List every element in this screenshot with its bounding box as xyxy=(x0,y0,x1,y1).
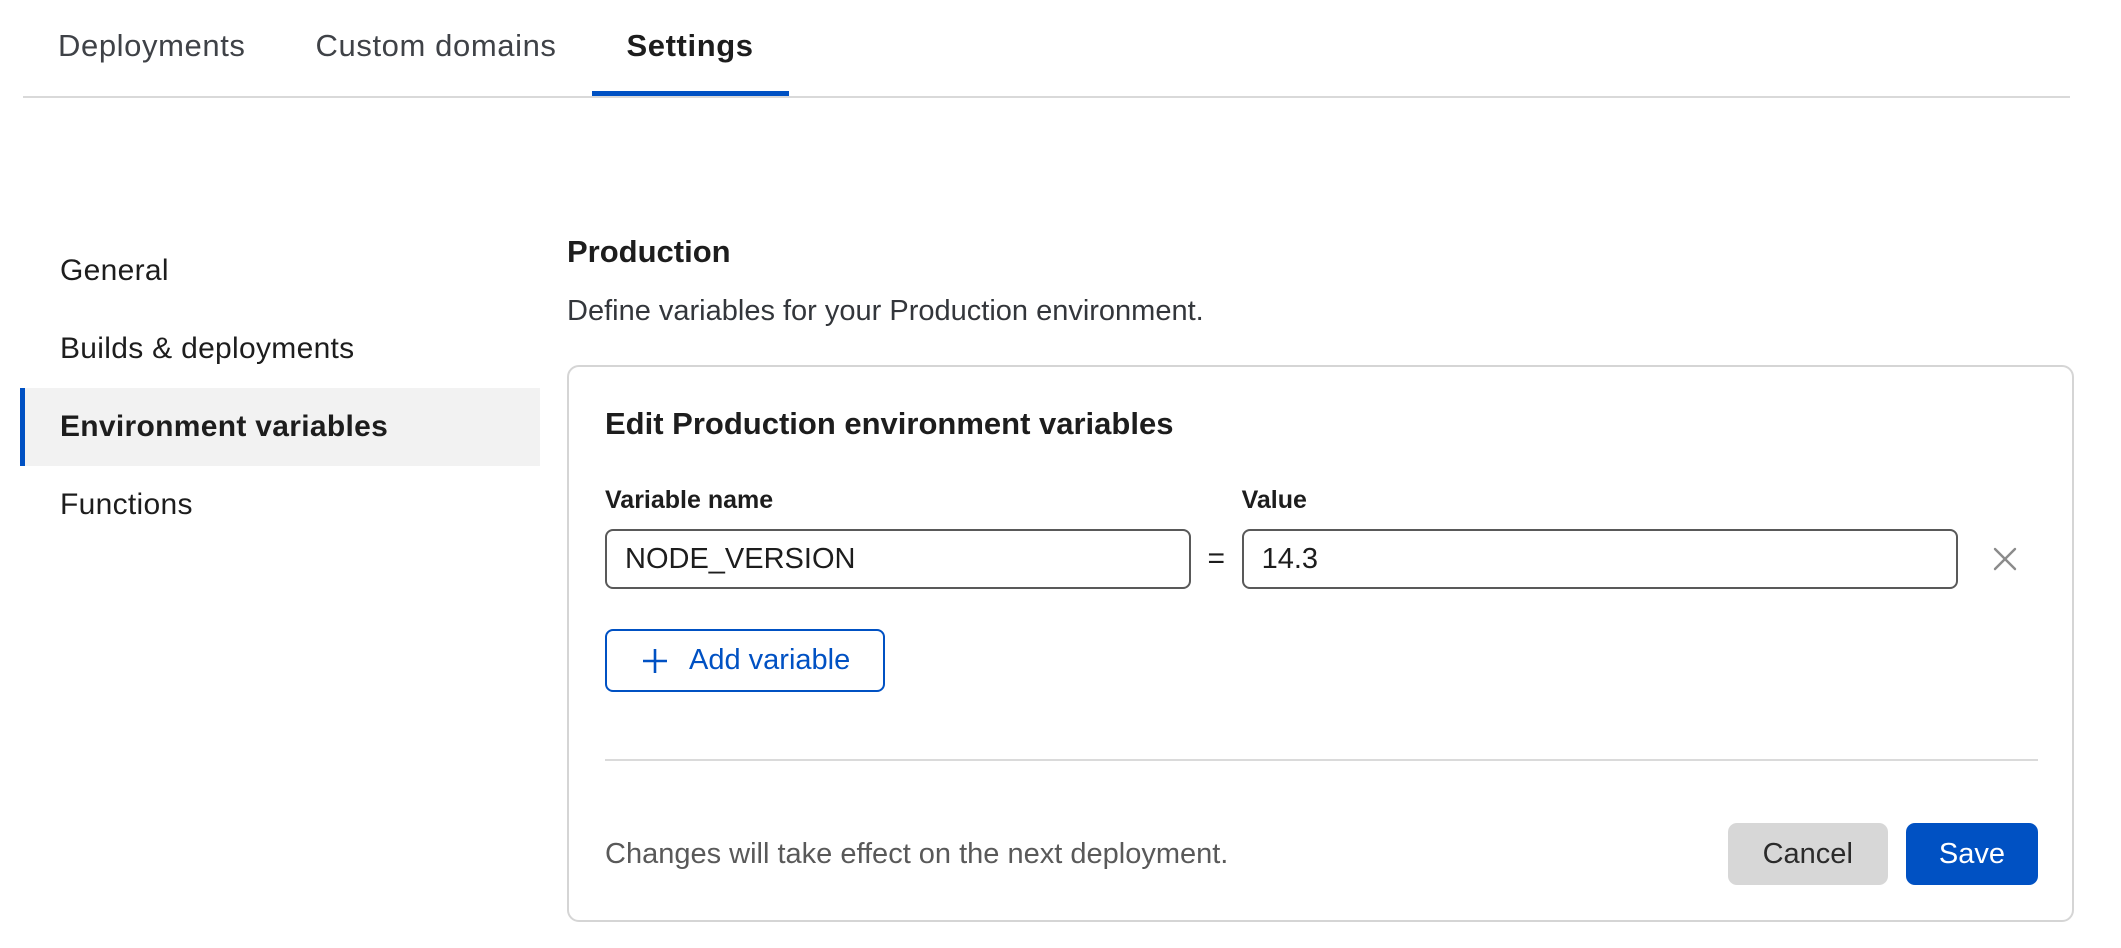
project-tabs: Deployments Custom domains Settings xyxy=(23,0,2070,98)
card-divider xyxy=(605,759,2038,761)
card-title: Edit Production environment variables xyxy=(605,405,2038,443)
tab-deployments[interactable]: Deployments xyxy=(23,0,281,96)
sidebar-item-functions[interactable]: Functions xyxy=(20,466,540,544)
close-icon xyxy=(1988,542,2022,576)
card-footer: Changes will take effect on the next dep… xyxy=(605,823,2038,885)
environment-variables-panel: Production Define variables for your Pro… xyxy=(567,232,2074,922)
tab-settings[interactable]: Settings xyxy=(592,0,789,96)
sidebar-item-builds-deployments[interactable]: Builds & deployments xyxy=(20,310,540,388)
variable-value-input[interactable] xyxy=(1242,529,1958,589)
settings-page: Deployments Custom domains Settings Gene… xyxy=(0,0,2121,948)
variable-row: Variable name = Value xyxy=(605,485,2038,589)
settings-sidebar: General Builds & deployments Environment… xyxy=(0,232,540,922)
add-variable-label: Add variable xyxy=(689,644,850,677)
equals-sign: = xyxy=(1191,529,1242,589)
variable-value-field-group: Value xyxy=(1242,485,1958,589)
plus-icon xyxy=(640,646,670,676)
variable-name-label: Variable name xyxy=(605,485,1191,515)
section-subtitle: Define variables for your Production env… xyxy=(567,294,2074,328)
remove-variable-button[interactable] xyxy=(1972,529,2038,589)
sidebar-item-general[interactable]: General xyxy=(20,232,540,310)
section-heading: Production xyxy=(567,234,2074,270)
deployment-note: Changes will take effect on the next dep… xyxy=(605,837,1728,871)
variable-value-label: Value xyxy=(1242,485,1958,515)
edit-variables-card: Edit Production environment variables Va… xyxy=(567,365,2074,922)
tab-custom-domains[interactable]: Custom domains xyxy=(281,0,592,96)
cancel-button[interactable]: Cancel xyxy=(1728,823,1888,885)
save-button[interactable]: Save xyxy=(1906,823,2038,885)
variable-name-input[interactable] xyxy=(605,529,1191,589)
variable-name-field-group: Variable name xyxy=(605,485,1191,589)
settings-body: General Builds & deployments Environment… xyxy=(0,98,2121,922)
sidebar-item-environment-variables[interactable]: Environment variables xyxy=(20,388,540,466)
add-variable-button[interactable]: Add variable xyxy=(605,629,885,692)
